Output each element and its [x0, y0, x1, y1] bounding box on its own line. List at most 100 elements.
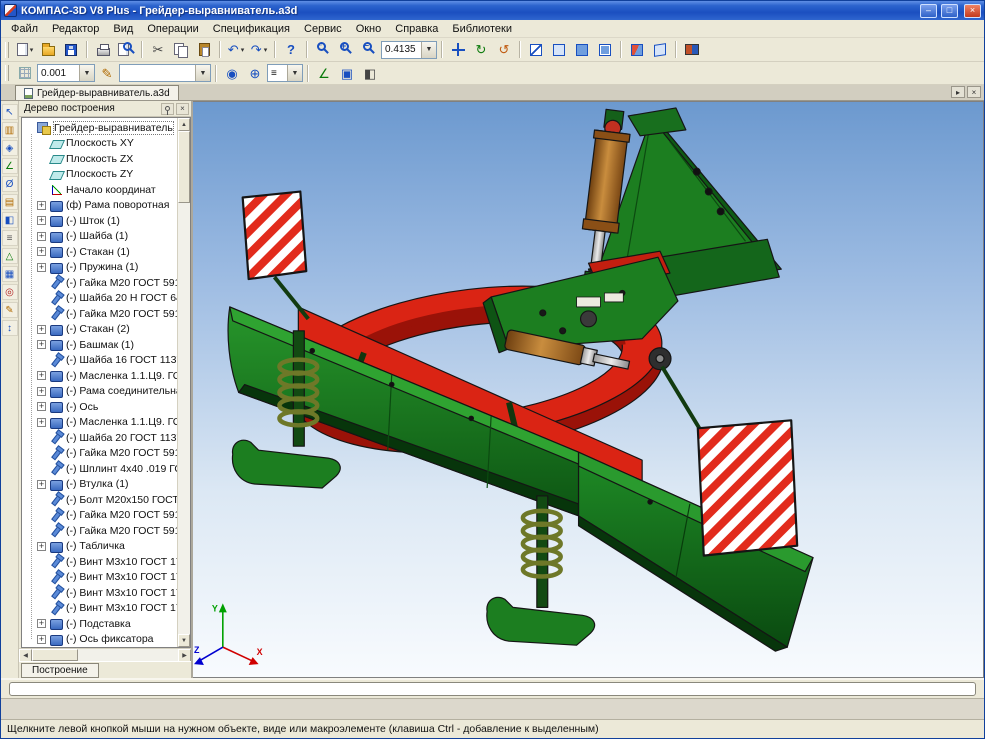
tree-expander[interactable] — [37, 371, 46, 380]
tree-expander[interactable] — [37, 325, 46, 334]
hidden-lines-mode-button[interactable] — [548, 40, 570, 60]
menu-item[interactable]: Вид — [106, 21, 140, 37]
perspective-button[interactable] — [649, 40, 671, 60]
pan-button[interactable] — [447, 40, 469, 60]
menu-item[interactable]: Справка — [388, 21, 445, 37]
compact-panel-button[interactable]: ↕ — [2, 320, 18, 336]
tree-expander[interactable] — [37, 402, 46, 411]
menu-item[interactable]: Операции — [140, 21, 205, 37]
tree-item[interactable]: (-) Гайка М20 ГОСТ 5915-... — [22, 275, 177, 291]
3d-model-view[interactable]: Y X Z — [193, 102, 983, 677]
compact-panel-button[interactable]: ◎ — [2, 284, 18, 300]
compact-panel-button[interactable]: ≡ — [2, 230, 18, 246]
rounding-button[interactable]: ◧ — [359, 63, 381, 83]
tree-expander[interactable] — [37, 247, 46, 256]
tree-vertical-scrollbar[interactable]: ▲ ▼ — [177, 118, 190, 647]
combo-arrow-icon[interactable]: ▼ — [287, 65, 302, 81]
close-panel-button[interactable]: × — [176, 103, 189, 115]
scroll-track[interactable] — [178, 131, 190, 634]
compact-panel-button[interactable]: ◧ — [2, 212, 18, 228]
tree-item[interactable]: (-) Шток (1) — [22, 213, 177, 229]
tree-item[interactable]: (-) Винт М3х10 ГОСТ 174... — [22, 570, 177, 586]
close-button[interactable]: × — [964, 4, 981, 18]
maximize-button[interactable]: □ — [941, 4, 958, 18]
refresh-image-button[interactable]: ↻ — [470, 40, 492, 60]
tree-expander[interactable] — [37, 263, 46, 272]
tree-item[interactable]: (-) Втулка (1) — [22, 477, 177, 493]
menu-item[interactable]: Окно — [349, 21, 389, 37]
warning-flag-right[interactable] — [698, 420, 797, 555]
tree-item[interactable]: (-) Гайка М20 ГОСТ 5915-... — [22, 306, 177, 322]
tree-expander[interactable] — [37, 340, 46, 349]
tree-expander[interactable] — [37, 387, 46, 396]
wireframe-mode-button[interactable] — [525, 40, 547, 60]
model-viewport[interactable]: Y X Z — [193, 101, 984, 678]
cut-button[interactable]: ✂ — [147, 40, 169, 60]
section-display-button[interactable] — [626, 40, 648, 60]
tree-item[interactable]: (-) Винт М3х10 ГОСТ 174... — [22, 554, 177, 570]
scroll-thumb[interactable] — [32, 649, 78, 661]
document-tab[interactable]: Грейдер-выравниватель.a3d — [15, 85, 179, 100]
tree-expander[interactable] — [37, 542, 46, 551]
zoom-scale-combo[interactable]: 0.4135 ▼ — [381, 41, 437, 59]
property-field[interactable] — [9, 682, 976, 696]
layers-combo[interactable]: ▼ — [119, 64, 211, 82]
open-button[interactable] — [37, 40, 59, 60]
shaded-edges-mode-button[interactable] — [594, 40, 616, 60]
close-document-button[interactable]: × — [967, 86, 981, 98]
zoom-out-button[interactable] — [358, 40, 380, 60]
tree-item[interactable]: (-) Башмак (1) — [22, 337, 177, 353]
menu-item[interactable]: Сервис — [297, 21, 349, 37]
scroll-thumb[interactable] — [178, 131, 190, 203]
menu-item[interactable]: Редактор — [45, 21, 106, 37]
scroll-down-button[interactable]: ▼ — [178, 634, 190, 647]
copy-button[interactable] — [170, 40, 192, 60]
snap-toggle-button[interactable]: ⊕ — [244, 63, 266, 83]
print-button[interactable] — [92, 40, 114, 60]
tree-item[interactable]: (-) Табличка — [22, 539, 177, 555]
tree-item[interactable]: (-) Болт М20х150 ГОСТ 7... — [22, 492, 177, 508]
tree-item[interactable]: Грейдер-выравниватель — [22, 120, 177, 136]
tree-item[interactable]: Начало координат — [22, 182, 177, 198]
tree-expander[interactable] — [37, 619, 46, 628]
object-help-button[interactable]: ? — [280, 40, 302, 60]
toolbar-grip[interactable] — [5, 42, 9, 58]
snap-settings-combo[interactable]: ≡ ▼ — [267, 64, 303, 82]
libraries-manager-button[interactable] — [681, 40, 703, 60]
local-cs-button[interactable]: ◉ — [221, 63, 243, 83]
tree-item[interactable]: (-) Пружина (1) — [22, 260, 177, 276]
menu-item[interactable]: Файл — [4, 21, 45, 37]
tree-expander[interactable] — [37, 480, 46, 489]
edit-layers-button[interactable]: ✎ — [96, 63, 118, 83]
compact-panel-button[interactable]: △ — [2, 248, 18, 264]
tree-item[interactable]: (-) Гайка М20 ГОСТ 5915-... — [22, 508, 177, 524]
tree-expander[interactable] — [37, 201, 46, 210]
shaded-mode-button[interactable] — [571, 40, 593, 60]
next-document-button[interactable]: ▸ — [951, 86, 965, 98]
warning-flag-left[interactable] — [243, 192, 307, 280]
paste-button[interactable] — [193, 40, 215, 60]
tree-item[interactable]: (-) Подставка — [22, 616, 177, 632]
minimize-button[interactable]: – — [920, 4, 937, 18]
toolbar-grip[interactable] — [5, 65, 9, 81]
tree-item[interactable]: (-) Рама соединительная — [22, 384, 177, 400]
tree-tab-construction[interactable]: Построение — [21, 663, 99, 678]
compact-panel-button[interactable]: ∠ — [2, 158, 18, 174]
tree-expander[interactable] — [37, 418, 46, 427]
compact-panel-button[interactable]: ◈ — [2, 140, 18, 156]
tree-item[interactable]: (-) Гайка М20 ГОСТ 5918-... — [22, 523, 177, 539]
tree-expander[interactable] — [37, 216, 46, 225]
tree-item[interactable]: (-) Шайба 20 ГОСТ 1137... — [22, 430, 177, 446]
compact-panel-button[interactable]: ▥ — [2, 122, 18, 138]
compact-panel-button[interactable]: Ø — [2, 176, 18, 192]
pin-panel-button[interactable] — [161, 103, 174, 115]
save-button[interactable] — [60, 40, 82, 60]
scroll-up-button[interactable]: ▲ — [178, 118, 190, 131]
rotate-view-button[interactable]: ↺ — [493, 40, 515, 60]
combo-arrow-icon[interactable]: ▼ — [195, 65, 210, 81]
redo-button[interactable]: ↷▾ — [248, 40, 270, 60]
scroll-track[interactable] — [32, 649, 178, 661]
tree-item[interactable]: (-) Стакан (1) — [22, 244, 177, 260]
tree-item[interactable]: (-) Масленка 1.1.Ц9. ГОС... — [22, 415, 177, 431]
tree-expander[interactable] — [37, 232, 46, 241]
